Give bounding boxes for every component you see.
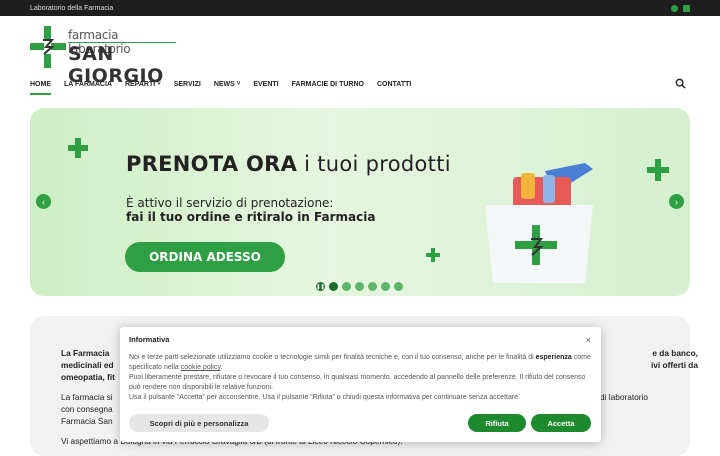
slider-prev-button[interactable]: ‹: [36, 194, 51, 209]
accept-button[interactable]: Accetta: [531, 414, 591, 432]
reject-button[interactable]: Rifiuta: [468, 414, 526, 432]
slider-next-button[interactable]: ›: [669, 194, 684, 209]
pharmacy-cross-icon: [30, 26, 66, 68]
chevron-down-icon: ˅: [236, 81, 241, 87]
intro-paragraph-1-right: e da banco, ivi offerti da: [650, 348, 698, 370]
slider-dot[interactable]: [342, 282, 351, 291]
hero-title: PRENOTA ORA i tuoi prodotti: [126, 152, 451, 176]
hero-slider: PRENOTA ORA i tuoi prodotti È attivo il …: [30, 108, 690, 296]
nav-item-reparti[interactable]: REPARTI ˅: [125, 74, 161, 94]
learn-more-button[interactable]: Scopri di più e personalizza: [129, 414, 269, 432]
nav-item-farmacie-di-turno[interactable]: FARMACIE DI TURNO: [292, 74, 364, 94]
order-now-button[interactable]: ORDINA ADESSO: [125, 242, 285, 272]
intro-paragraph-2: La farmacia si con consegna Farmacia San: [61, 392, 113, 426]
intro-paragraph-2-right: di laboratorio: [600, 392, 648, 402]
top-bar-social: [671, 4, 690, 12]
slider-play-icon[interactable]: ❚❚: [316, 282, 325, 291]
cookie-banner-text: Noi e terze parti selezionate utilizziam…: [129, 354, 591, 401]
site-logo[interactable]: farmacia laboratorio SAN GIORGIO: [30, 26, 180, 87]
decorative-cross-icon: [68, 138, 88, 158]
decorative-cross-icon: [426, 248, 440, 262]
nav-item-la-farmacia[interactable]: LA FARMACIA: [64, 74, 112, 94]
nav-item-servizi[interactable]: SERVIZI: [174, 74, 201, 94]
email-icon[interactable]: [683, 4, 690, 12]
slider-dots: ❚❚: [316, 282, 403, 291]
shopping-bag-illustration: [485, 163, 593, 283]
cookie-policy-link[interactable]: cookie policy: [181, 364, 221, 371]
chevron-down-icon: ˅: [157, 81, 161, 87]
cookie-banner-title: Informativa: [129, 335, 170, 344]
search-icon[interactable]: [675, 78, 686, 89]
whatsapp-icon[interactable]: [671, 4, 678, 12]
main-nav: HOME LA FARMACIA REPARTI ˅ SERVIZI NEWS ˅ …: [30, 74, 690, 95]
decorative-cross-icon: [647, 159, 669, 181]
slider-dot[interactable]: [368, 282, 377, 291]
hero-subtitle-1: È attivo il servizio di prenotazione:: [126, 196, 334, 210]
cookie-banner: Informativa × Noi e terze parti selezion…: [120, 327, 601, 442]
slider-dot[interactable]: [394, 282, 403, 291]
close-icon[interactable]: ×: [586, 335, 591, 345]
slider-dot[interactable]: [381, 282, 390, 291]
site-header: farmacia laboratorio SAN GIORGIO: [0, 16, 720, 87]
nav-item-news[interactable]: NEWS ˅: [214, 74, 241, 94]
top-bar: Laboratorio della Farmacia: [0, 0, 720, 16]
nav-item-home[interactable]: HOME: [30, 74, 51, 95]
nav-item-eventi[interactable]: EVENTI: [253, 74, 278, 94]
slider-dot[interactable]: [329, 282, 338, 291]
top-bar-label: Laboratorio della Farmacia: [30, 4, 114, 12]
hero-subtitle-2: fai il tuo ordine e ritiralo in Farmacia: [126, 210, 376, 224]
slider-dot[interactable]: [355, 282, 364, 291]
nav-item-contatti[interactable]: CONTATTI: [377, 74, 411, 94]
